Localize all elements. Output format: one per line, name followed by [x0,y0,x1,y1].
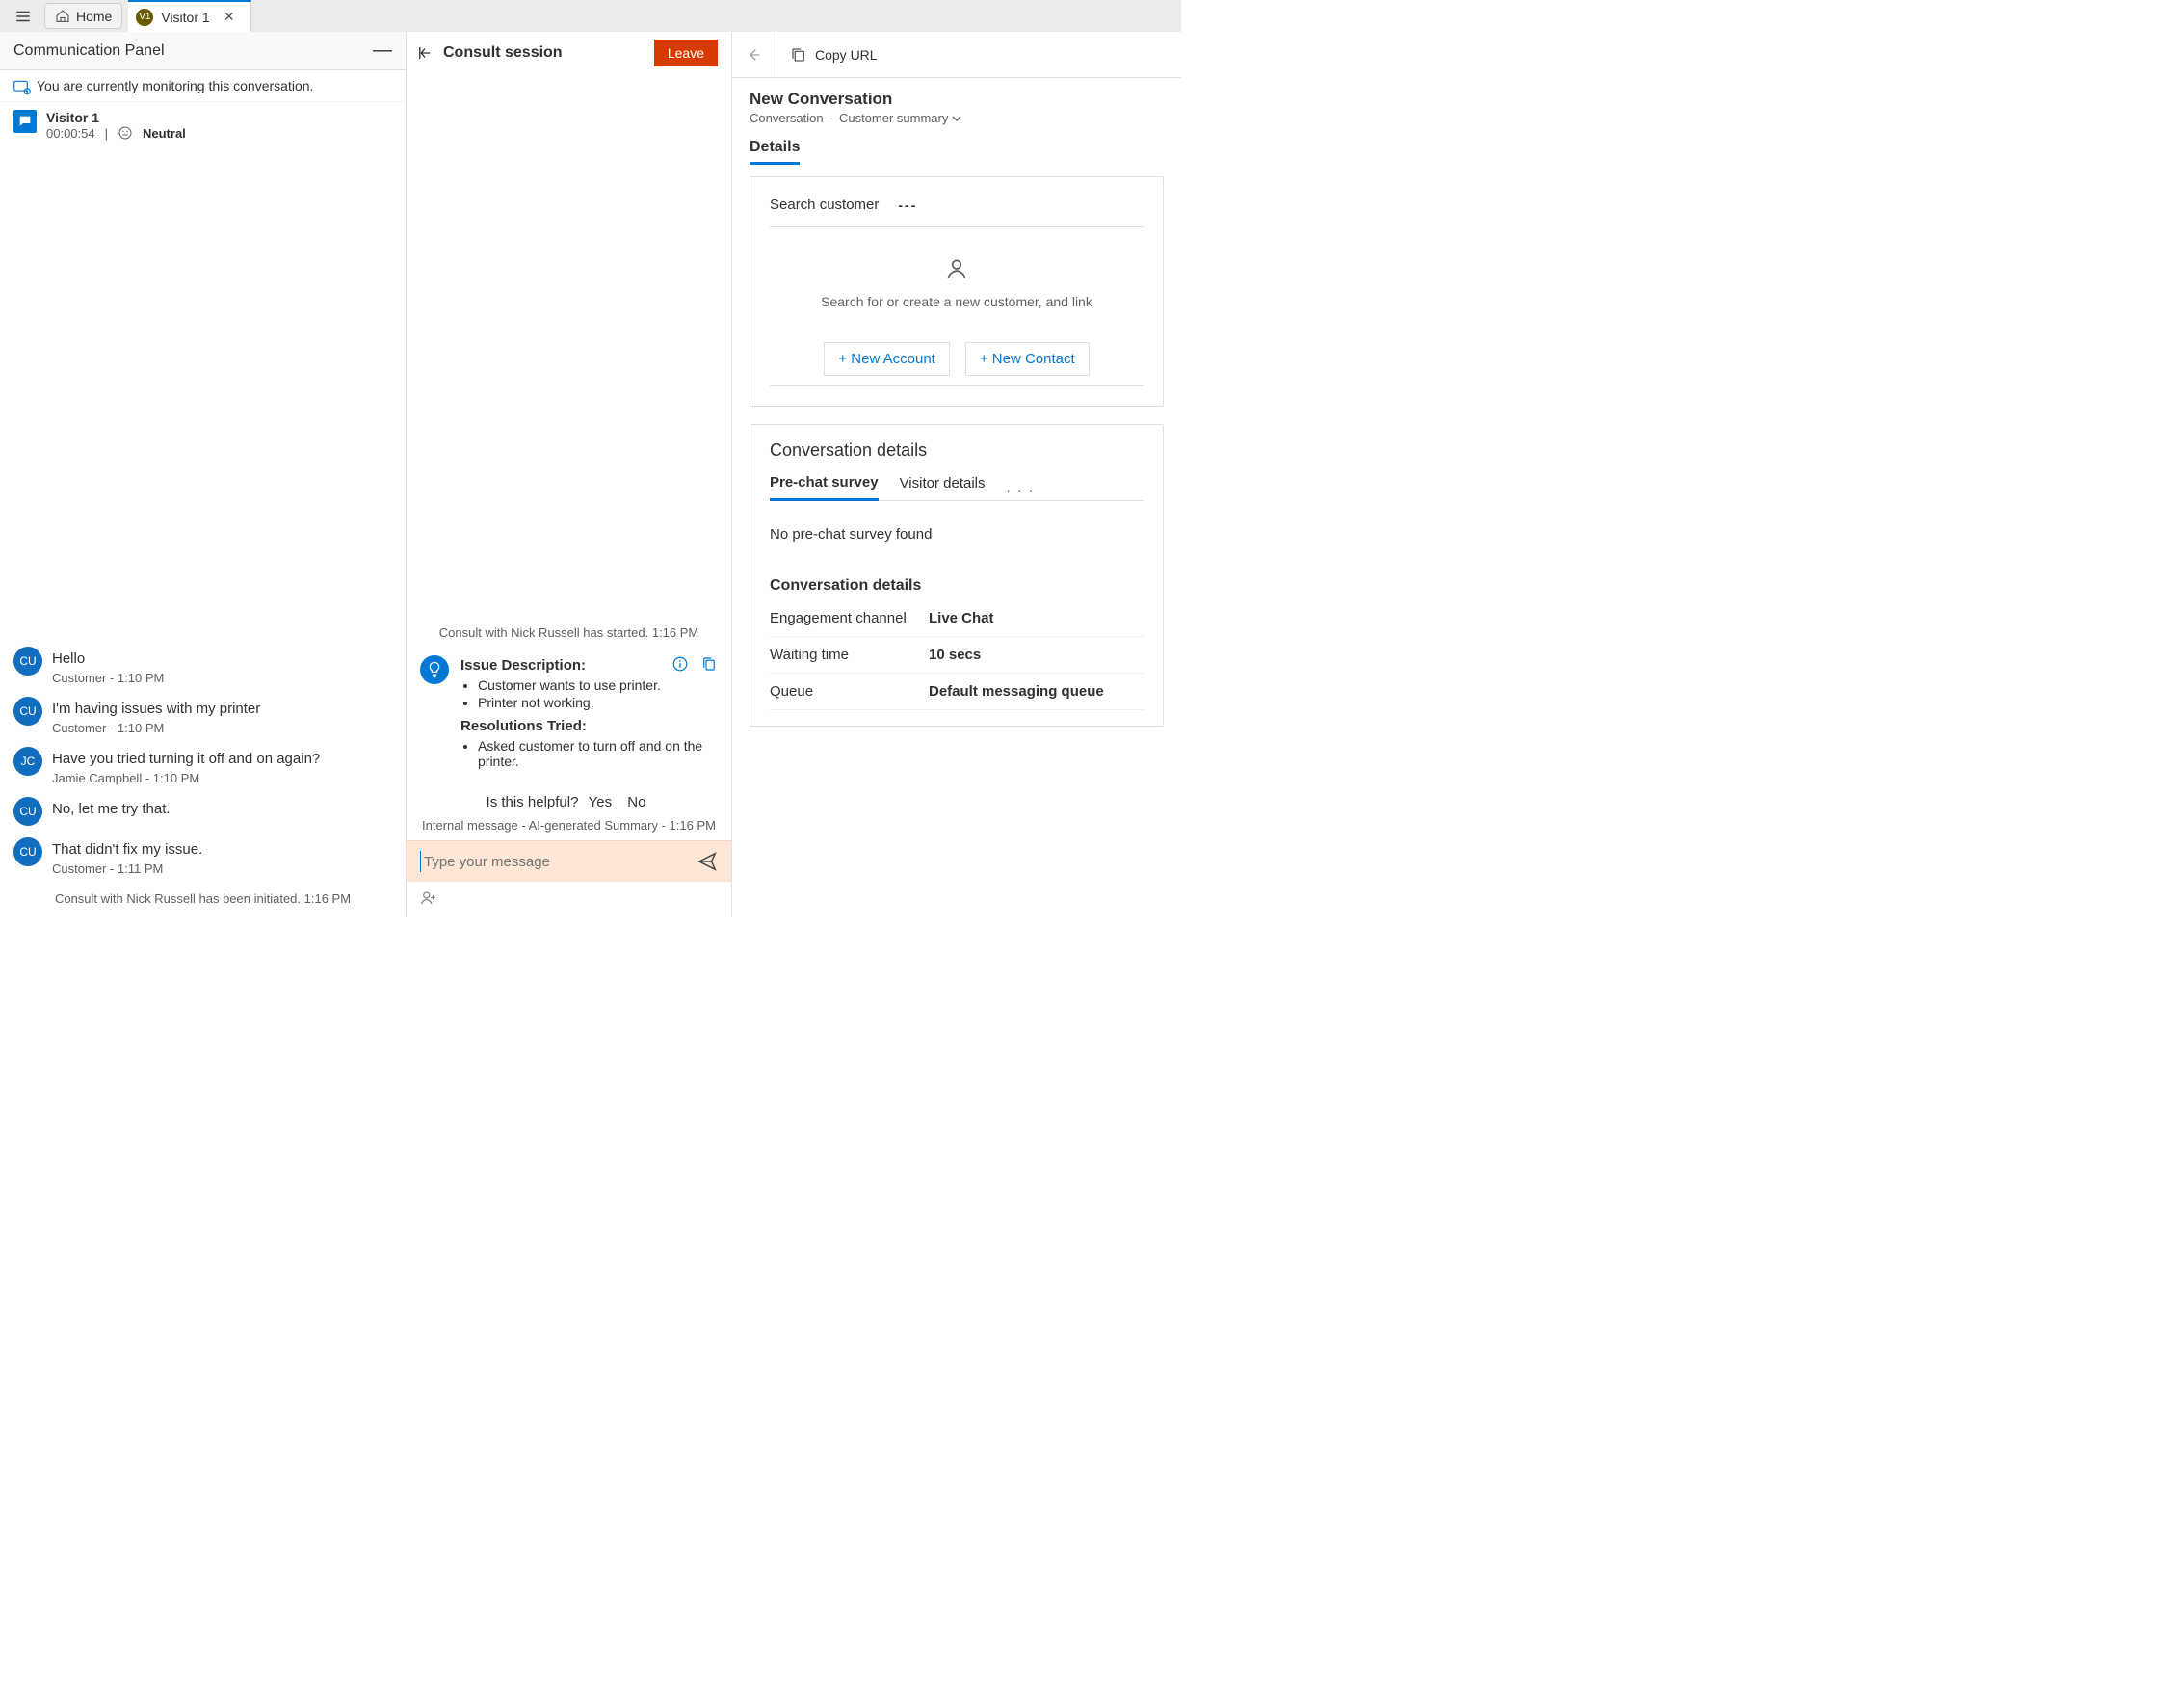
helpful-yes[interactable]: Yes [589,794,612,810]
home-label: Home [76,9,112,24]
copy-url-button[interactable]: Copy URL [776,46,878,64]
issue-heading: Issue Description: [460,657,671,674]
message-meta: Customer - 1:10 PM [52,721,260,735]
detail-value: Default messaging queue [929,683,1104,700]
detail-key: Queue [770,683,929,700]
new-account-button[interactable]: + New Account [824,342,949,376]
sentiment-neutral-icon [118,125,133,141]
consult-started-text: Consult with Nick Russell has started. 1… [407,620,731,646]
chat-message: CU Hello Customer - 1:10 PM [13,647,392,685]
tab-details[interactable]: Details [750,139,800,165]
message-text: No, let me try that. [52,801,171,817]
detail-row: Engagement channelLive Chat [770,600,1144,637]
person-icon [944,256,969,281]
monitor-icon [13,80,31,95]
issue-item: Customer wants to use printer. [478,677,718,693]
session-item[interactable]: Visitor 1 00:00:54 | Neutral [0,102,406,148]
text-cursor [420,851,421,872]
collapse-left-icon[interactable] [416,44,434,62]
copy-icon[interactable] [700,655,718,673]
message-text: Hello [52,650,164,667]
message-text: Have you tried turning it off and on aga… [52,751,320,767]
session-tab[interactable]: V1 Visitor 1 ✕ [128,0,250,32]
issue-item: Printer not working. [478,695,718,710]
send-icon[interactable] [697,851,718,872]
add-participant-icon[interactable] [420,889,437,907]
avatar: CU [13,647,42,676]
resolution-item: Asked customer to turn off and on the pr… [478,738,718,769]
session-timer: 00:00:54 [46,126,95,141]
tab-badge: V1 [136,9,153,26]
copy-url-icon [790,46,807,64]
chat-session-icon [13,110,37,133]
hamburger-menu[interactable] [6,0,40,32]
hamburger-icon [14,8,32,25]
copy-url-label: Copy URL [815,47,878,63]
tab-close-button[interactable]: ✕ [218,9,241,25]
minimize-button[interactable]: — [373,40,392,62]
empty-customer-text: Search for or create a new customer, and… [770,294,1144,309]
back-arrow-icon [747,47,762,63]
chat-message: JC Have you tried turning it off and on a… [13,747,392,785]
helpful-question: Is this helpful? [487,794,579,810]
sentiment-label: Neutral [143,126,186,141]
avatar: CU [13,797,42,826]
system-message: Consult with Nick Russell has been initi… [13,888,392,908]
message-meta: Customer - 1:11 PM [52,861,202,876]
monitor-text: You are currently monitoring this conver… [37,78,313,93]
message-meta: Customer - 1:10 PM [52,671,164,685]
tab-overflow[interactable]: . . . [1007,480,1035,495]
home-tab[interactable]: Home [44,3,122,29]
tab-label: Visitor 1 [161,10,209,25]
conversation-details-title: Conversation details [770,440,1144,461]
helpful-no[interactable]: No [627,794,645,810]
ai-bulb-icon [420,655,449,684]
detail-value: 10 secs [929,647,981,663]
chat-message: CU No, let me try that. [13,797,392,826]
message-text: That didn't fix my issue. [52,841,202,858]
internal-message-meta: Internal message - AI-generated Summary … [407,818,731,840]
back-button[interactable] [732,32,776,77]
avatar: CU [13,697,42,726]
resolutions-heading: Resolutions Tried: [460,718,718,734]
detail-key: Waiting time [770,647,929,663]
comm-panel-title: Communication Panel [13,42,165,60]
avatar: CU [13,837,42,866]
detail-row: Waiting time10 secs [770,637,1144,674]
info-icon[interactable] [671,655,689,673]
chat-message: CU That didn't fix my issue. Customer - 1:… [13,837,392,876]
compose-area[interactable] [407,840,731,882]
crumb-entity: Conversation [750,111,824,125]
detail-key: Engagement channel [770,610,929,626]
tab-prechat-survey[interactable]: Pre-chat survey [770,474,879,501]
detail-value: Live Chat [929,610,994,626]
message-text: I'm having issues with my printer [52,701,260,717]
home-icon [55,9,70,24]
leave-button[interactable]: Leave [654,40,718,66]
search-customer-label: Search customer [770,197,879,213]
view-selector[interactable]: Customer summary [839,111,961,125]
search-customer-value[interactable]: --- [898,198,917,213]
new-contact-button[interactable]: + New Contact [965,342,1090,376]
chevron-down-icon [952,114,961,123]
detail-row: QueueDefault messaging queue [770,674,1144,710]
avatar: JC [13,747,42,776]
session-title: Visitor 1 [46,110,186,125]
consult-title: Consult session [443,44,563,62]
tab-visitor-details[interactable]: Visitor details [900,475,986,499]
no-survey-text: No pre-chat survey found [770,501,1144,568]
message-meta: Jamie Campbell - 1:10 PM [52,771,320,785]
chat-message: CU I'm having issues with my printer Custo… [13,697,392,735]
conversation-details-subheading: Conversation details [770,568,1144,600]
compose-input[interactable] [420,854,687,870]
record-heading: New Conversation [750,90,1164,109]
